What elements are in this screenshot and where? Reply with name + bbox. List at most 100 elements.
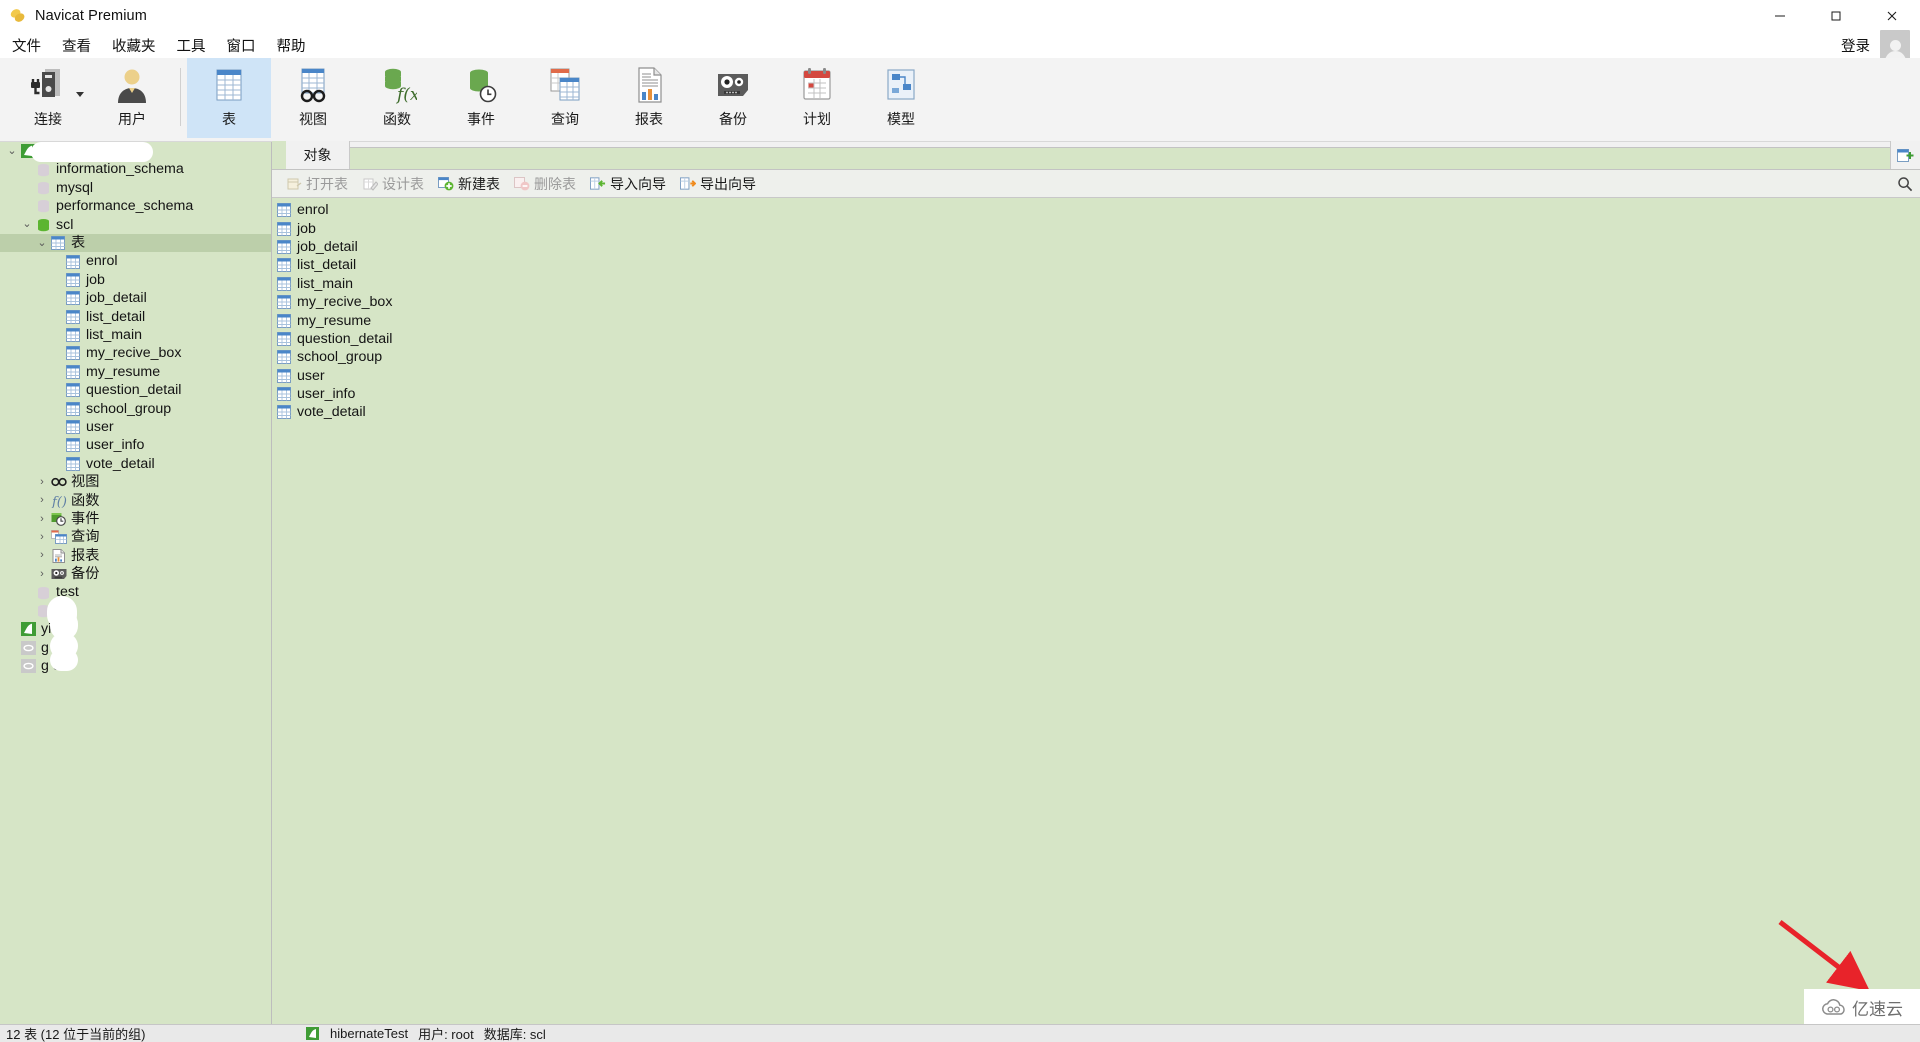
tree-connection-root[interactable]: ⌄t bbox=[0, 142, 271, 162]
tree-table-question-detail[interactable]: question_detail bbox=[0, 381, 271, 399]
tree-table-user-info[interactable]: user_info bbox=[0, 436, 271, 454]
toolbar-function[interactable]: f(x) 函数 bbox=[355, 58, 439, 138]
tree-table-list-main[interactable]: list_main bbox=[0, 326, 271, 344]
list-item[interactable]: job bbox=[272, 219, 1920, 237]
tree-item-label: information_schema bbox=[56, 161, 184, 178]
sidebar-tree[interactable]: ⌄tinformation_schemamysql performance_sch… bbox=[0, 142, 272, 1024]
toolbar-model[interactable]: 模型 bbox=[859, 58, 943, 138]
chevron-down-icon[interactable]: ⌄ bbox=[22, 219, 31, 230]
toolbar-view[interactable]: 视图 bbox=[271, 58, 355, 138]
tree-item-label: list_detail bbox=[86, 308, 146, 325]
chevron-right-icon[interactable]: › bbox=[40, 495, 44, 506]
list-item[interactable]: vote_detail bbox=[272, 403, 1920, 421]
import-wizard-button[interactable]: 导入向导 bbox=[584, 173, 672, 195]
maximize-button[interactable] bbox=[1808, 0, 1864, 32]
search-icon[interactable] bbox=[1890, 171, 1920, 197]
list-item[interactable]: question_detail bbox=[272, 330, 1920, 348]
new-table-button[interactable]: 新建表 bbox=[432, 173, 506, 195]
minimize-button[interactable] bbox=[1752, 0, 1808, 32]
list-item[interactable]: list_detail bbox=[272, 256, 1920, 274]
list-item[interactable]: job_detail bbox=[272, 238, 1920, 256]
chevron-right-icon[interactable]: › bbox=[40, 513, 44, 525]
list-item[interactable]: school_group bbox=[272, 348, 1920, 366]
tree-connection-yi[interactable]: yi bbox=[0, 610, 271, 641]
new-tab-icon[interactable] bbox=[1890, 141, 1920, 169]
tree-connection-g1[interactable]: g bbox=[0, 632, 271, 659]
toolbar-connection[interactable]: 连接 bbox=[6, 58, 90, 138]
toolbar-backup[interactable]: 备份 bbox=[691, 58, 775, 138]
tree-group-reports[interactable]: › 报表 bbox=[0, 547, 271, 565]
tree-db-redacted[interactable]: ue bbox=[0, 595, 271, 630]
tree-db-scl[interactable]: ⌄ scl bbox=[0, 216, 271, 234]
tree-db-test[interactable]: test bbox=[0, 583, 271, 601]
tree-group-functions[interactable]: › f() 函数 bbox=[0, 491, 271, 509]
tree-expander[interactable]: › bbox=[34, 565, 50, 583]
list-item[interactable]: my_resume bbox=[272, 311, 1920, 329]
menu-help[interactable]: 帮助 bbox=[268, 33, 315, 58]
toolbar-schedule[interactable]: 计划 bbox=[775, 58, 859, 138]
tree-group-events[interactable]: › 事件 bbox=[0, 510, 271, 528]
tree-table-school-group[interactable]: school_group bbox=[0, 399, 271, 417]
list-item[interactable]: my_recive_box bbox=[272, 293, 1920, 311]
tree-table-job-detail[interactable]: job_detail bbox=[0, 289, 271, 307]
toolbar-event[interactable]: 事件 bbox=[439, 58, 523, 138]
login-link[interactable]: 登录 bbox=[1841, 35, 1870, 56]
tree-group-views[interactable]: › 视图 bbox=[0, 473, 271, 491]
tree-table-my-resume[interactable]: my_resume bbox=[0, 363, 271, 381]
chevron-down-icon[interactable]: ⌄ bbox=[37, 237, 46, 249]
tree-db-mysql[interactable]: mysql bbox=[0, 179, 271, 197]
tree-expander[interactable]: › bbox=[34, 547, 50, 565]
tree-table-list-detail[interactable]: list_detail bbox=[0, 308, 271, 326]
tree-table-my-recive-box[interactable]: my_recive_box bbox=[0, 344, 271, 362]
menu-tools[interactable]: 工具 bbox=[168, 33, 215, 58]
chevron-down-icon[interactable]: ⌄ bbox=[7, 145, 16, 157]
tab-objects[interactable]: 对象 bbox=[286, 141, 350, 169]
toolbar-report[interactable]: 报表 bbox=[607, 58, 691, 138]
tree-expander[interactable]: ⌄ bbox=[4, 142, 20, 160]
toolbar-query[interactable]: 查询 bbox=[523, 58, 607, 138]
tree-expander bbox=[49, 289, 65, 307]
menu-favorites[interactable]: 收藏夹 bbox=[103, 33, 165, 58]
tree-table-job[interactable]: job bbox=[0, 271, 271, 289]
list-item[interactable]: list_main bbox=[272, 275, 1920, 293]
delete-table-button[interactable]: 删除表 bbox=[508, 173, 582, 195]
tree-expander[interactable]: › bbox=[34, 492, 50, 510]
tree-connection-g2[interactable]: g oa bbox=[0, 648, 271, 675]
list-item[interactable]: enrol bbox=[272, 201, 1920, 219]
tree-expander[interactable]: ⌄ bbox=[19, 216, 35, 234]
menu-file[interactable]: 文件 bbox=[3, 33, 50, 58]
menu-window[interactable]: 窗口 bbox=[218, 33, 265, 58]
tree-db-performance-schema[interactable]: performance_schema bbox=[0, 197, 271, 215]
design-table-button[interactable]: 设计表 bbox=[356, 173, 430, 195]
status-connection-name: hibernateTest bbox=[330, 1026, 409, 1041]
export-wizard-button[interactable]: 导出向导 bbox=[674, 173, 762, 195]
user-avatar-icon[interactable] bbox=[1880, 30, 1910, 60]
tree-group-tables[interactable]: ⌄ 表 bbox=[0, 233, 271, 253]
tree-group-queries[interactable]: › 查询 bbox=[0, 528, 271, 546]
toolbar-query-label: 查询 bbox=[551, 111, 579, 127]
tree-expander bbox=[19, 197, 35, 215]
list-item[interactable]: user bbox=[272, 367, 1920, 385]
chevron-right-icon[interactable]: › bbox=[40, 568, 44, 580]
list-item[interactable]: user_info bbox=[272, 385, 1920, 403]
chevron-down-icon[interactable] bbox=[76, 92, 84, 97]
chevron-right-icon[interactable]: › bbox=[40, 476, 44, 488]
tree-table-vote-detail[interactable]: vote_detail bbox=[0, 455, 271, 473]
tree-table-user[interactable]: user bbox=[0, 418, 271, 436]
tree-expander[interactable]: › bbox=[34, 528, 50, 546]
tree-expander[interactable]: › bbox=[34, 473, 50, 491]
tree-expander[interactable]: ⌄ bbox=[34, 234, 50, 252]
tree-item-label: performance_schema bbox=[56, 198, 194, 215]
tree-group-backups[interactable]: › 备份 bbox=[0, 565, 271, 583]
object-list[interactable]: enrol job job_detail list_detail list_main my… bbox=[272, 199, 1920, 1024]
toolbar-table[interactable]: 表 bbox=[187, 58, 271, 138]
toolbar-user[interactable]: 用户 bbox=[90, 58, 174, 138]
tree-db-information-schema[interactable]: information_schema bbox=[0, 160, 271, 178]
tree-table-enrol[interactable]: enrol bbox=[0, 252, 271, 270]
tree-expander[interactable]: › bbox=[34, 510, 50, 528]
open-table-button[interactable]: 打开表 bbox=[280, 173, 354, 195]
chevron-right-icon[interactable]: › bbox=[40, 531, 44, 543]
close-button[interactable] bbox=[1864, 0, 1920, 32]
menu-view[interactable]: 查看 bbox=[53, 33, 100, 58]
chevron-right-icon[interactable]: › bbox=[40, 550, 44, 561]
